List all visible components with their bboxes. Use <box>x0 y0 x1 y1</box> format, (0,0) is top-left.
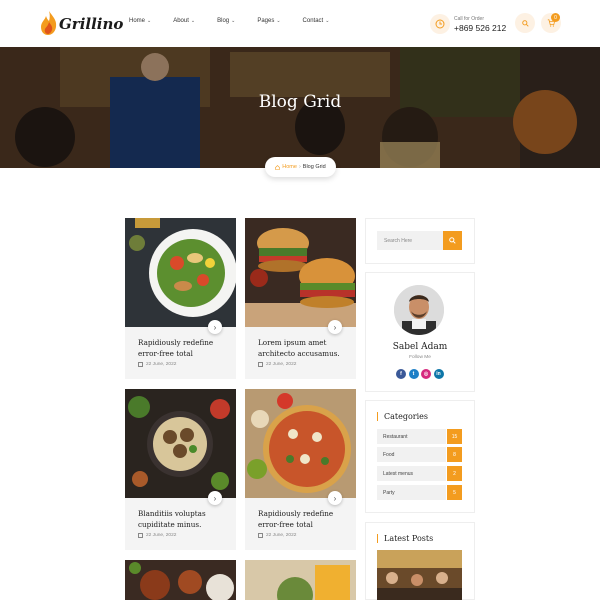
category-count: 15 <box>447 429 462 444</box>
arrow-right-icon: › <box>213 322 217 332</box>
calendar-icon <box>258 533 263 538</box>
post-image-burger[interactable] <box>245 218 356 327</box>
date-text: 22 June, 2022 <box>146 533 177 538</box>
nav-label: Home <box>129 18 146 24</box>
nav-label: Blog <box>217 18 230 24</box>
category-count: 5 <box>447 485 462 500</box>
latest-post-image[interactable] <box>377 550 462 600</box>
read-more-button[interactable]: › <box>328 491 342 505</box>
search-button[interactable] <box>443 231 462 250</box>
chevron-down-icon: ⌄ <box>325 18 330 24</box>
categories-title: Categories <box>377 412 428 421</box>
date-text: 22 June, 2022 <box>146 362 177 367</box>
blog-card[interactable]: › Rapidiously redefine error-free total … <box>125 218 236 379</box>
brand-name: Grillino <box>59 15 124 33</box>
read-more-button[interactable]: › <box>328 320 342 334</box>
breadcrumb: Home › Blog Grid <box>265 157 336 177</box>
post-date: 22 June, 2022 <box>138 533 176 538</box>
site-header: Grillino Home ⌄ About ⌄ Blog ⌄ Pages ⌄ Conta… <box>0 0 600 47</box>
arrow-right-icon: › <box>213 493 217 503</box>
twitter-icon[interactable]: t <box>408 369 419 379</box>
post-title[interactable]: Rapidiously redefine error-free total <box>138 337 230 359</box>
post-title[interactable]: Lorem ipsum amet architecto accusamus. <box>258 337 350 359</box>
home-icon <box>275 164 281 170</box>
chevron-down-icon: ⌄ <box>231 18 236 24</box>
category-name: Party <box>377 485 446 500</box>
author-name: Sabel Adam <box>392 342 448 352</box>
category-count: 8 <box>447 447 462 462</box>
logo[interactable]: Grillino <box>40 10 123 36</box>
arrow-right-icon: › <box>333 493 337 503</box>
date-text: 22 June, 2022 <box>266 533 297 538</box>
latest-posts-title: Latest Posts <box>377 534 433 543</box>
flame-icon <box>41 11 57 35</box>
call-number: +869 526 212 <box>454 22 507 33</box>
date-text: 22 June, 2022 <box>266 362 297 367</box>
category-count: 2 <box>447 466 462 481</box>
nav-label: About <box>173 18 189 24</box>
social-links: f t ◎ in <box>396 369 446 379</box>
calendar-icon <box>138 362 143 367</box>
avatar <box>394 285 444 335</box>
chevron-down-icon: ⌄ <box>147 18 152 24</box>
nav-label: Contact <box>302 18 324 24</box>
post-date: 22 June, 2022 <box>258 533 296 538</box>
read-more-button[interactable]: › <box>208 491 222 505</box>
page-title: Blog Grid <box>258 92 342 112</box>
read-more-button[interactable]: › <box>208 320 222 334</box>
post-date: 22 June, 2022 <box>138 362 176 367</box>
category-item[interactable]: Restaurant 15 <box>377 429 462 444</box>
breadcrumb-separator: › <box>298 164 301 170</box>
post-image-salad[interactable] <box>125 218 236 327</box>
arrow-right-icon: › <box>333 322 337 332</box>
chevron-down-icon: ⌄ <box>276 18 281 24</box>
post-image-meatballs[interactable] <box>125 389 236 498</box>
nav-label: Pages <box>257 18 275 24</box>
cart-count-badge: 0 <box>551 13 560 22</box>
facebook-icon[interactable]: f <box>396 369 406 379</box>
search-icon <box>521 19 529 27</box>
category-item[interactable]: Party 5 <box>377 485 462 500</box>
call-label: Call for Order <box>454 15 485 22</box>
post-image-grill-platter[interactable] <box>125 560 236 600</box>
post-title[interactable]: Rapidiously redefine error-free total <box>258 508 350 530</box>
breadcrumb-home-link[interactable]: Home <box>282 164 297 170</box>
header-search-button[interactable] <box>515 13 535 33</box>
blog-card[interactable]: › Blanditiis voluptas cupiditate minus. … <box>125 389 236 550</box>
blog-card[interactable] <box>245 560 356 600</box>
blog-card[interactable]: › Lorem ipsum amet architecto accusamus.… <box>245 218 356 379</box>
blog-card[interactable] <box>125 560 236 600</box>
search-input[interactable]: Search Here <box>377 231 443 250</box>
calendar-icon <box>258 362 263 367</box>
page-banner: Blog Grid <box>0 47 600 168</box>
nav-blog[interactable]: Blog ⌄ <box>217 18 235 24</box>
search-icon <box>449 237 456 244</box>
post-date: 22 June, 2022 <box>258 362 296 367</box>
nav-pages[interactable]: Pages ⌄ <box>257 18 280 24</box>
breadcrumb-current: Blog Grid <box>302 164 326 170</box>
call-for-order[interactable]: Call for Order +869 526 212 <box>430 14 506 34</box>
nav-about[interactable]: About ⌄ <box>173 18 195 24</box>
category-name: Food <box>377 447 446 462</box>
clock-icon <box>430 14 450 34</box>
main-nav: Home ⌄ About ⌄ Blog ⌄ Pages ⌄ Contact ⌄ <box>129 18 351 24</box>
instagram-icon[interactable]: ◎ <box>421 369 431 379</box>
category-item[interactable]: Latest menus 2 <box>377 466 462 481</box>
calendar-icon <box>138 533 143 538</box>
category-name: Latest menus <box>377 466 446 481</box>
post-image-bowl-drink[interactable] <box>245 560 356 600</box>
category-item[interactable]: Food 8 <box>377 447 462 462</box>
post-title[interactable]: Blanditiis voluptas cupiditate minus. <box>138 508 230 530</box>
linkedin-icon[interactable]: in <box>433 369 444 379</box>
post-image-pizza[interactable] <box>245 389 356 498</box>
nav-contact[interactable]: Contact ⌄ <box>303 18 330 24</box>
nav-home[interactable]: Home ⌄ <box>129 18 151 24</box>
chevron-down-icon: ⌄ <box>190 18 196 24</box>
category-name: Restaurant <box>377 429 446 444</box>
author-follow-label: Follow Me <box>409 355 431 360</box>
blog-card[interactable]: › Rapidiously redefine error-free total … <box>245 389 356 550</box>
